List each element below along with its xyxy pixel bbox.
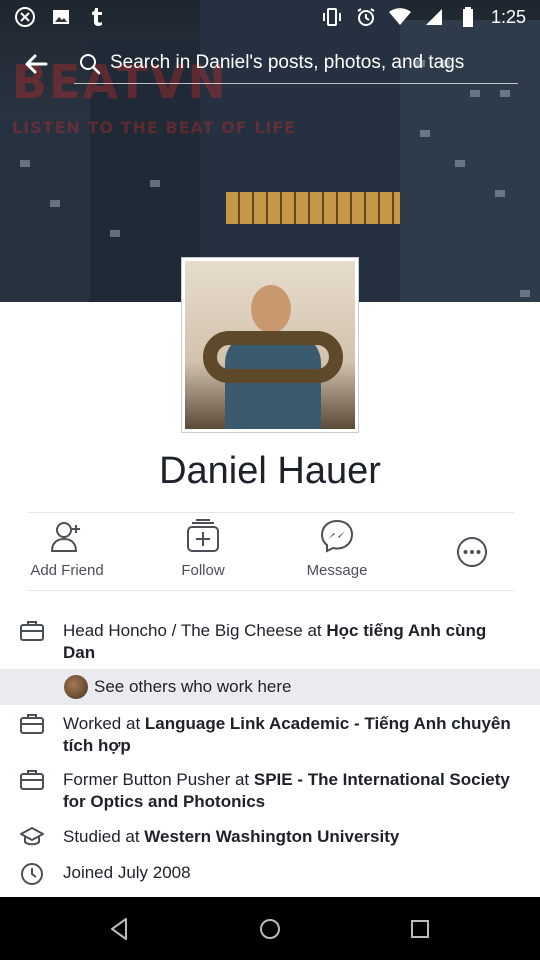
more-button[interactable] [440,516,504,588]
divider [28,590,514,591]
add-friend-icon [50,522,80,552]
joined-text: Joined July 2008 [63,863,191,882]
work-title: Head Honcho / The Big Cheese at [63,621,327,640]
battery-icon [457,6,479,28]
briefcase-icon [20,769,44,793]
avatar [64,675,88,699]
status-time: 1:25 [490,6,526,27]
profile-picture[interactable] [181,257,359,433]
profile-photo [185,261,355,429]
status-bar: 1:25 [0,0,540,34]
add-friend-label: Add Friend [30,562,104,579]
image-icon [50,6,72,28]
follow-button[interactable]: Follow [158,516,248,579]
nav-home-button[interactable] [256,915,284,943]
follow-label: Follow [181,562,225,579]
divider [28,512,514,513]
add-friend-button[interactable]: Add Friend [22,516,112,579]
follow-icon [187,519,219,552]
nav-recents-icon [411,920,429,938]
alarm-icon [355,6,377,28]
briefcase-icon [20,713,44,737]
vibrate-icon [321,6,343,28]
nav-home-icon [260,919,280,939]
work-title: Worked at [63,714,145,733]
message-button[interactable]: Message [292,516,382,579]
tumblr-icon [86,6,108,28]
search-input[interactable]: Search in Daniel's posts, photos, and ta… [74,46,518,84]
watermark-tagline: LISTEN TO THE BEAT OF LIFE [12,118,297,137]
message-label: Message [306,562,368,579]
cover-lit-windows [226,192,400,224]
graduation-cap-icon [20,826,44,850]
search-icon [78,52,102,76]
nav-back-button[interactable] [106,915,134,943]
nav-back-icon [111,918,127,940]
school-link[interactable]: Western Washington University [144,827,399,846]
profile-name: Daniel Hauer [159,450,381,492]
cover-building [0,120,90,302]
work-title: Former Button Pusher at [63,770,254,789]
hangouts-icon [14,6,36,28]
nav-recents-button[interactable] [406,915,434,943]
briefcase-icon [20,620,44,644]
search-bar: Search in Daniel's posts, photos, and ta… [0,40,540,88]
profile-actions: Add Friend Follow Message [0,516,540,590]
wifi-icon [388,6,411,28]
back-arrow-icon [25,54,48,74]
messenger-icon [320,519,354,553]
clock-icon [20,862,44,886]
education-prefix: Studied at [63,827,145,846]
signal-icon [423,6,445,28]
see-others-label: See others who work here [94,677,292,696]
more-icon [457,537,487,567]
search-text: Search in Daniel's posts, photos, and ta… [110,52,465,73]
see-others-row[interactable]: See others who work here [0,669,540,705]
back-button[interactable] [20,50,52,78]
navigation-bar [0,897,540,960]
